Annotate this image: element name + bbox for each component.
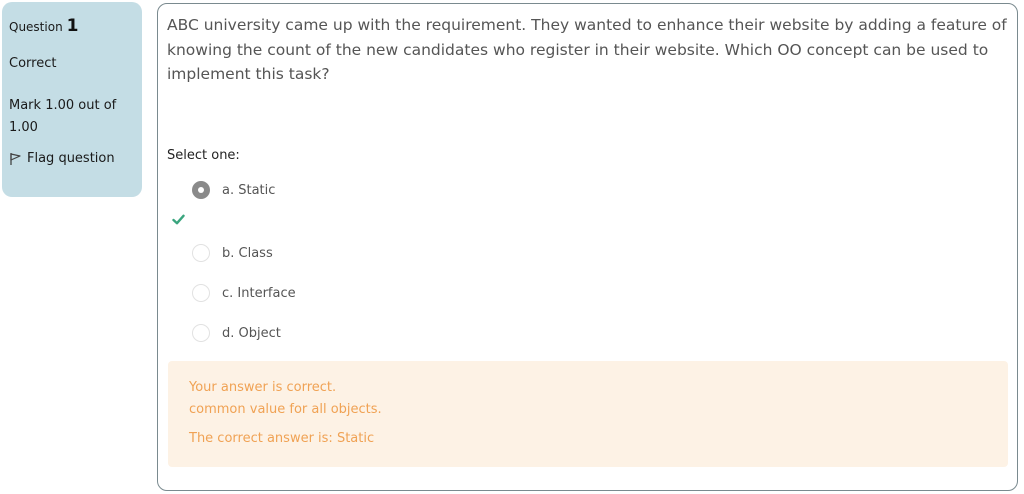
answer-option-label: c. Interface <box>222 285 296 301</box>
question-info-panel: Question 1 Correct Mark 1.00 out of 1.00… <box>2 2 142 197</box>
answer-option-label: a. Static <box>222 182 276 198</box>
answer-option-a[interactable]: a. Static <box>192 181 275 199</box>
radio-option-c[interactable] <box>192 284 210 302</box>
radio-option-a[interactable] <box>192 181 210 199</box>
flag-question-button[interactable]: Flag question <box>9 151 136 166</box>
flag-question-label: Flag question <box>27 151 115 166</box>
radio-option-d[interactable] <box>192 324 210 342</box>
question-text: ABC university came up with the requirem… <box>167 16 1007 83</box>
correct-check-icon <box>172 210 185 229</box>
question-content: ABC university came up with the requirem… <box>157 3 1018 491</box>
answer-option-c[interactable]: c. Interface <box>192 284 296 302</box>
answer-option-d[interactable]: d. Object <box>192 324 281 342</box>
answer-feedback: Your answer is correct. common value for… <box>168 361 1008 467</box>
question-number-value: 1 <box>66 16 79 36</box>
answer-prompt: Select one: <box>167 148 240 163</box>
answer-option-label: d. Object <box>222 325 281 341</box>
answer-option-b[interactable]: b. Class <box>192 244 273 262</box>
feedback-status: Your answer is correct. <box>189 380 337 395</box>
answer-option-label: b. Class <box>222 245 273 261</box>
question-grade: Mark 1.00 out of 1.00 <box>9 98 117 135</box>
question-state: Correct <box>9 56 57 71</box>
flag-icon <box>9 152 22 166</box>
radio-option-b[interactable] <box>192 244 210 262</box>
question-label: Question <box>9 20 63 34</box>
question-number: Question 1 <box>9 16 136 36</box>
feedback-right-answer: The correct answer is: Static <box>189 431 375 446</box>
feedback-general: common value for all objects. <box>189 402 382 417</box>
